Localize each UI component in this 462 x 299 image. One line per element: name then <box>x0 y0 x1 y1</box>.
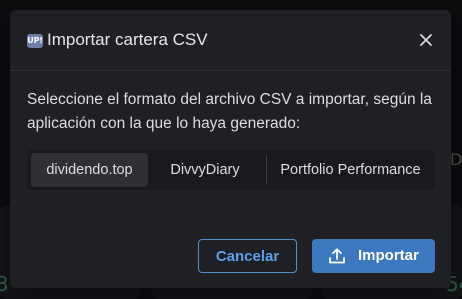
format-option-portfolio-performance[interactable]: Portfolio Performance <box>270 150 431 190</box>
format-option-divvydiary[interactable]: DivvyDiary <box>155 150 255 190</box>
dialog-description: Seleccione el formato del archivo CSV a … <box>27 91 432 132</box>
close-icon <box>420 34 432 46</box>
background-label-right: Dc <box>450 150 462 169</box>
import-button[interactable]: Importar <box>312 239 435 273</box>
csv-format-selector: dividendo.top DivvyDiary Portfolio Perfo… <box>27 150 435 190</box>
cancel-button[interactable]: Cancelar <box>198 239 297 273</box>
import-csv-dialog: UP! Importar cartera CSV Seleccione el f… <box>10 10 451 288</box>
dialog-header: UP! Importar cartera CSV <box>10 10 451 71</box>
close-button[interactable] <box>416 30 436 50</box>
app-logo-icon: UP! <box>27 34 43 48</box>
dialog-title: Importar cartera CSV <box>47 30 208 49</box>
upload-icon <box>329 248 345 264</box>
format-divider <box>266 155 267 185</box>
background-value-left: 3 <box>0 272 9 296</box>
import-button-label: Importar <box>358 247 419 264</box>
format-option-dividendo-top[interactable]: dividendo.top <box>31 153 148 187</box>
